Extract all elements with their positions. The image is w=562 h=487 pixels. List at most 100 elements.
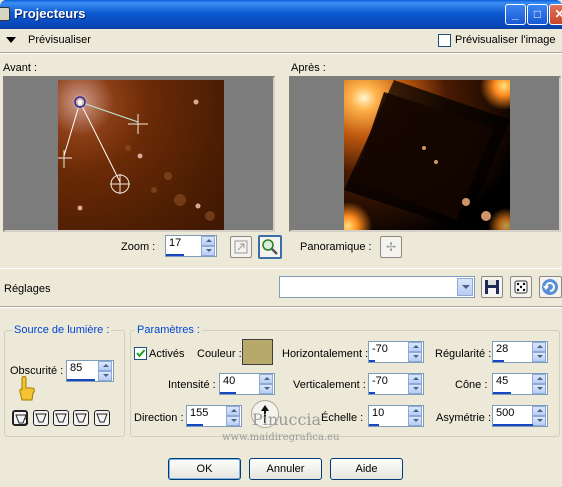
- intensite-label: Intensité :: [168, 379, 216, 391]
- actives-label[interactable]: Activés: [149, 348, 184, 360]
- asymetrie-label: Asymétrie :: [436, 412, 492, 424]
- down-arrow-icon[interactable]: [532, 384, 546, 394]
- up-arrow-icon[interactable]: [259, 374, 273, 384]
- zoom-spinner[interactable]: 17: [165, 235, 217, 257]
- floppy-disk-icon: [485, 280, 499, 294]
- checkmark-icon: [136, 349, 146, 358]
- cone-value[interactable]: 45: [496, 375, 508, 387]
- verticalement-label: Verticalement :: [293, 379, 366, 391]
- zoom-fit-button[interactable]: [230, 236, 252, 258]
- ok-button[interactable]: OK: [168, 458, 241, 480]
- up-arrow-icon[interactable]: [532, 406, 546, 416]
- parameters-title: Paramètres :: [135, 324, 202, 336]
- zoom-label: Zoom :: [121, 241, 156, 253]
- direction-spinner[interactable]: 155: [186, 405, 242, 427]
- direction-label: Direction :: [134, 412, 184, 424]
- up-arrow-icon[interactable]: [408, 374, 422, 384]
- up-arrow-icon[interactable]: [226, 406, 240, 416]
- obscurite-value[interactable]: 85: [70, 362, 82, 374]
- down-arrow-icon[interactable]: [259, 384, 273, 394]
- up-arrow-icon[interactable]: [532, 342, 546, 352]
- magnifier-icon: [262, 239, 278, 255]
- window-title: Projecteurs: [14, 6, 86, 21]
- before-preview-image[interactable]: [58, 80, 224, 230]
- cancel-button[interactable]: Annuler: [249, 458, 322, 480]
- regularite-label: Régularité :: [435, 348, 492, 360]
- after-preview-panel: [289, 76, 561, 232]
- zoom-up-arrow-icon[interactable]: [201, 236, 215, 246]
- before-label: Avant :: [3, 62, 38, 74]
- light-source-1-button[interactable]: 1: [12, 410, 28, 426]
- down-arrow-icon[interactable]: [532, 416, 546, 426]
- reset-button[interactable]: [539, 276, 562, 298]
- preview-toggle-label[interactable]: Prévisualiser: [28, 34, 91, 46]
- presets-label: Réglages: [4, 283, 51, 295]
- actives-checkbox[interactable]: [134, 347, 147, 360]
- chevron-down-icon[interactable]: [457, 278, 473, 296]
- zoom-down-arrow-icon[interactable]: [201, 246, 215, 256]
- intensite-value[interactable]: 40: [223, 375, 235, 387]
- reset-arrow-icon: [542, 279, 558, 295]
- verticalement-value[interactable]: -70: [372, 375, 388, 387]
- down-arrow-icon[interactable]: [408, 384, 422, 394]
- regularite-spinner[interactable]: 28: [492, 341, 548, 363]
- cone-spinner[interactable]: 45: [492, 373, 548, 395]
- light-source-3-button[interactable]: [53, 410, 69, 426]
- help-button[interactable]: Aide: [330, 458, 403, 480]
- pan-button[interactable]: ✢: [380, 236, 402, 258]
- echelle-spinner[interactable]: 10: [368, 405, 424, 427]
- after-preview-image: [344, 80, 510, 230]
- echelle-value[interactable]: 10: [372, 407, 384, 419]
- title-bar[interactable]: Projecteurs _ □ ✕: [0, 0, 562, 29]
- move-icon: ✢: [386, 240, 397, 254]
- dice-icon: [514, 280, 528, 294]
- asymetrie-value[interactable]: 500: [496, 407, 514, 419]
- maximize-button[interactable]: □: [527, 4, 548, 25]
- light-source-number: 1: [24, 417, 29, 426]
- app-icon: [0, 7, 10, 21]
- divider: [0, 52, 562, 54]
- horizontalement-value[interactable]: -70: [372, 343, 388, 355]
- random-preset-button[interactable]: [510, 276, 532, 298]
- preview-image-checkbox[interactable]: [438, 34, 451, 47]
- cone-label: Cône :: [455, 379, 488, 391]
- verticalement-spinner[interactable]: -70: [368, 373, 424, 395]
- watermark-name: Pinuccia: [252, 410, 322, 429]
- minimize-button[interactable]: _: [505, 4, 526, 25]
- light-cone-icon: [35, 413, 47, 423]
- intensite-spinner[interactable]: 40: [219, 373, 275, 395]
- zoom-actual-size-button[interactable]: [258, 235, 282, 259]
- down-arrow-icon[interactable]: [532, 352, 546, 362]
- up-arrow-icon[interactable]: [408, 342, 422, 352]
- collapse-arrow-icon[interactable]: [6, 37, 16, 43]
- down-arrow-icon[interactable]: [408, 416, 422, 426]
- horizontalement-spinner[interactable]: -70: [368, 341, 424, 363]
- zoom-value[interactable]: 17: [169, 237, 181, 249]
- close-button[interactable]: ✕: [549, 4, 562, 25]
- minimize-icon: _: [512, 7, 519, 21]
- down-arrow-icon[interactable]: [226, 416, 240, 426]
- down-arrow-icon[interactable]: [98, 371, 112, 381]
- up-arrow-icon[interactable]: [98, 361, 112, 371]
- hand-pointer-icon: [18, 376, 36, 404]
- preview-image-label[interactable]: Prévisualiser l'image: [455, 34, 556, 46]
- horizontalement-label: Horizontalement :: [282, 348, 369, 360]
- color-swatch[interactable]: [242, 339, 273, 365]
- down-arrow-icon[interactable]: [408, 352, 422, 362]
- light-source-4-button[interactable]: [73, 410, 89, 426]
- presets-dropdown[interactable]: [279, 276, 475, 298]
- light-source-5-button[interactable]: [94, 410, 110, 426]
- direction-value[interactable]: 155: [190, 407, 208, 419]
- regularite-value[interactable]: 28: [496, 343, 508, 355]
- before-preview-panel[interactable]: [3, 76, 275, 232]
- light-source-2-button[interactable]: [33, 410, 49, 426]
- light-guides-overlay[interactable]: [58, 80, 224, 230]
- light-cone-icon: [96, 413, 108, 423]
- obscurite-spinner[interactable]: 85: [66, 360, 114, 382]
- close-icon: ✕: [554, 7, 562, 21]
- asymetrie-spinner[interactable]: 500: [492, 405, 548, 427]
- save-preset-button[interactable]: [481, 276, 503, 298]
- up-arrow-icon[interactable]: [408, 406, 422, 416]
- up-arrow-icon[interactable]: [532, 374, 546, 384]
- echelle-label: Échelle :: [321, 412, 364, 424]
